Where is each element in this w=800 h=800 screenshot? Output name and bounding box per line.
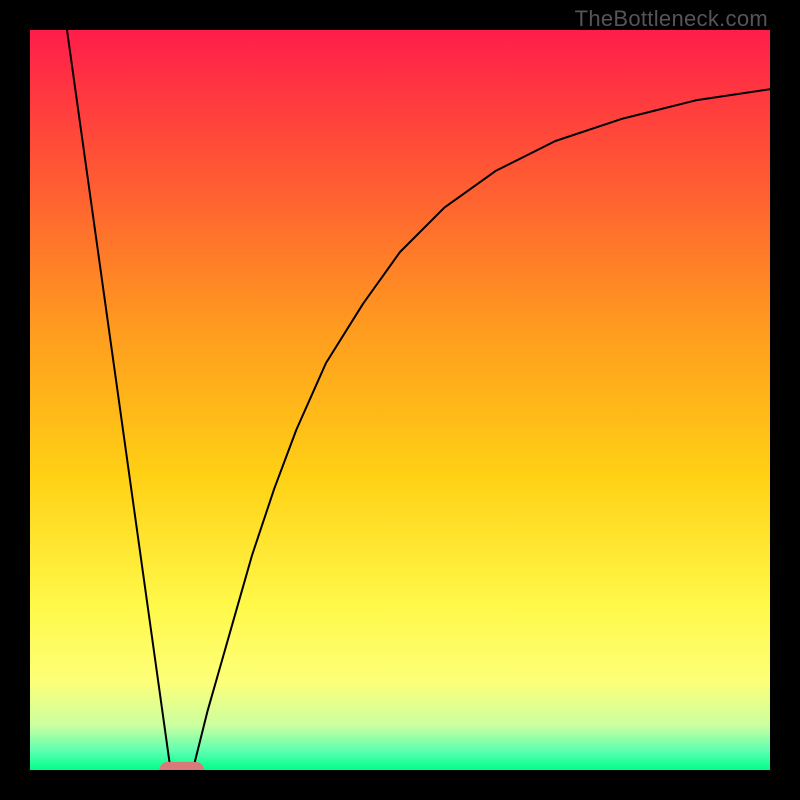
chart-background: [30, 30, 770, 770]
chart-frame: TheBottleneck.com: [0, 0, 800, 800]
plot-area: [30, 30, 770, 770]
series-optimal-marker: [160, 762, 204, 770]
chart-canvas: [30, 30, 770, 770]
watermark-text: TheBottleneck.com: [575, 6, 768, 32]
